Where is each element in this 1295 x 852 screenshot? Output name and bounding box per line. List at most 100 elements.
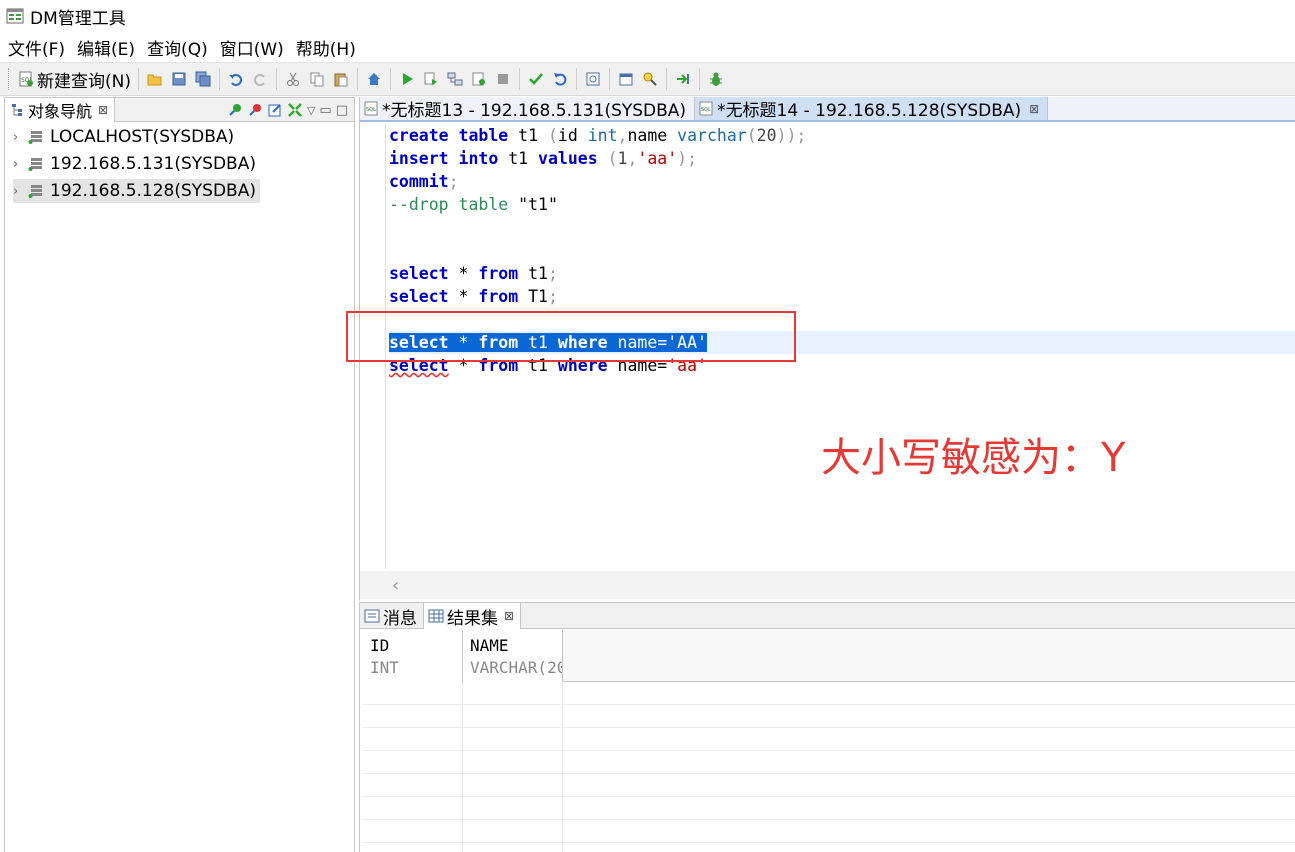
- code-line: select * from t1;: [389, 264, 558, 283]
- close-icon[interactable]: ⊠: [1029, 102, 1039, 116]
- empty-row: [363, 751, 1295, 774]
- debug-button[interactable]: [705, 67, 727, 91]
- object-navigator-panel: 对象导航 ⊠ ▽ ▭ □ › LOCALHOST(SYSDBA) › 192.1…: [4, 97, 355, 852]
- scissors-icon: [286, 72, 299, 86]
- analyze-button[interactable]: [639, 67, 661, 91]
- editor-tabbar: SQL *无标题13 - 192.168.5.131(SYSDBA) SQL *…: [360, 97, 1295, 122]
- tree-node-label: LOCALHOST(SYSDBA): [50, 127, 235, 147]
- menu-help[interactable]: 帮助(H): [290, 35, 362, 60]
- empty-row: [363, 820, 1295, 843]
- edit-button[interactable]: [267, 102, 283, 118]
- expand-arrow-icon[interactable]: ›: [13, 157, 25, 172]
- code-line: create table t1 (id int,name varchar(20)…: [389, 126, 807, 145]
- column-type: INT: [370, 658, 399, 677]
- toolbar-separator: [518, 68, 520, 90]
- tab-object-navigator[interactable]: 对象导航 ⊠: [5, 97, 116, 122]
- close-icon[interactable]: ⊠: [504, 609, 514, 623]
- execute-button[interactable]: [396, 67, 418, 91]
- close-icon[interactable]: ⊠: [98, 103, 108, 117]
- results-tabbar: 消息 结果集 ⊠: [360, 603, 1295, 629]
- save-all-button[interactable]: [192, 67, 214, 91]
- stop-button[interactable]: [492, 67, 514, 91]
- home-button[interactable]: [363, 67, 385, 91]
- empty-row: [363, 682, 1295, 705]
- view-menu-button[interactable]: ▽: [307, 104, 315, 117]
- connect-button[interactable]: [227, 102, 243, 118]
- script-icon: [472, 72, 485, 86]
- dm-manager-window: DM管理工具 文件(F) 编辑(E) 查询(Q) 窗口(W) 帮助(H) SQL…: [0, 0, 1295, 852]
- new-query-label: 新建查询(N): [37, 71, 131, 92]
- tab-messages[interactable]: 消息: [360, 603, 423, 629]
- menu-query[interactable]: 查询(Q): [141, 35, 214, 60]
- expand-arrow-icon[interactable]: ›: [13, 184, 25, 199]
- check-icon: [529, 73, 543, 85]
- database-server-icon: [28, 131, 42, 144]
- open-file-button[interactable]: [144, 67, 166, 91]
- copy-button[interactable]: [306, 67, 328, 91]
- menu-window[interactable]: 窗口(W): [214, 35, 290, 60]
- stop-icon: [497, 74, 508, 84]
- sql-file-icon: SQL: [364, 101, 378, 116]
- menu-file[interactable]: 文件(F): [2, 35, 71, 60]
- main-toolbar: SQL 新建查询(N): [0, 62, 1295, 96]
- column-header-id[interactable]: ID INT: [363, 630, 463, 682]
- toolbar-separator: [275, 68, 277, 90]
- column-header-name[interactable]: NAME VARCHAR(20): [463, 630, 563, 682]
- menu-edit[interactable]: 编辑(E): [71, 35, 141, 60]
- redo-button[interactable]: [249, 67, 271, 91]
- new-sql-icon: SQL: [19, 71, 34, 87]
- svg-text:SQL: SQL: [701, 107, 711, 113]
- menu-bar: 文件(F) 编辑(E) 查询(Q) 窗口(W) 帮助(H): [0, 33, 1295, 61]
- tab-result-set[interactable]: 结果集 ⊠: [423, 603, 522, 629]
- expand-icon: [288, 103, 302, 117]
- annotation-highlight-box: [346, 311, 796, 362]
- cut-button[interactable]: [282, 67, 304, 91]
- execute-step-icon: [424, 72, 437, 85]
- tree-node-192-168-5-131[interactable]: › 192.168.5.131(SYSDBA): [13, 152, 260, 176]
- undo-icon: [228, 74, 242, 86]
- sql-file-icon: SQL: [699, 101, 713, 116]
- new-query-button[interactable]: SQL 新建查询(N): [15, 67, 134, 92]
- tree-node-localhost[interactable]: › LOCALHOST(SYSDBA): [13, 125, 238, 149]
- scroll-left-icon[interactable]: ‹: [392, 575, 399, 596]
- tab-untitled-14[interactable]: SQL *无标题14 - 192.168.5.128(SYSDBA) ⊠: [695, 97, 1049, 121]
- copy-icon: [310, 72, 324, 87]
- grid-icon: [428, 609, 444, 623]
- undo-button[interactable]: [225, 67, 247, 91]
- messages-tab-label: 消息: [383, 608, 417, 629]
- paste-button[interactable]: [330, 67, 352, 91]
- code-line: insert into t1 values (1,'aa');: [389, 149, 698, 168]
- schedule-button[interactable]: [615, 67, 637, 91]
- query-settings-button[interactable]: [582, 67, 604, 91]
- navigator-tools: ▽ ▭ □: [227, 98, 348, 122]
- code-line: commit;: [389, 172, 459, 191]
- title-bar: DM管理工具: [0, 0, 1295, 32]
- disconnect-button[interactable]: [247, 102, 263, 118]
- save-button[interactable]: [168, 67, 190, 91]
- analyze-icon: [643, 72, 657, 86]
- rollback-button[interactable]: [549, 67, 571, 91]
- execute-step-button[interactable]: [420, 67, 442, 91]
- code-line: select * from T1;: [389, 287, 558, 306]
- execute-script-button[interactable]: [468, 67, 490, 91]
- edit-icon: [268, 104, 281, 117]
- result-grid[interactable]: ID INT NAME VARCHAR(20): [363, 630, 1295, 852]
- expand-all-button[interactable]: [287, 102, 303, 118]
- svg-text:SQL: SQL: [366, 107, 376, 113]
- database-server-icon: [28, 158, 42, 171]
- step-into-button[interactable]: [672, 67, 694, 91]
- disconnect-icon: [249, 104, 261, 116]
- execute-plan-button[interactable]: [444, 67, 466, 91]
- toolbar-separator: [356, 68, 358, 90]
- dm-app-icon: [6, 8, 24, 24]
- commit-button[interactable]: [525, 67, 547, 91]
- tab-untitled-13[interactable]: SQL *无标题13 - 192.168.5.131(SYSDBA): [360, 97, 696, 121]
- tree-node-192-168-5-128[interactable]: › 192.168.5.128(SYSDBA): [13, 179, 260, 203]
- expand-arrow-icon[interactable]: ›: [13, 130, 25, 145]
- minimize-button[interactable]: ▭: [319, 103, 331, 118]
- maximize-button[interactable]: □: [336, 103, 348, 118]
- grid-header: ID INT NAME VARCHAR(20): [363, 630, 1295, 682]
- folder-open-icon: [147, 74, 162, 86]
- editor-horizontal-scrollbar[interactable]: ‹: [360, 571, 1295, 599]
- navigator-tabbar: 对象导航 ⊠ ▽ ▭ □: [5, 97, 354, 122]
